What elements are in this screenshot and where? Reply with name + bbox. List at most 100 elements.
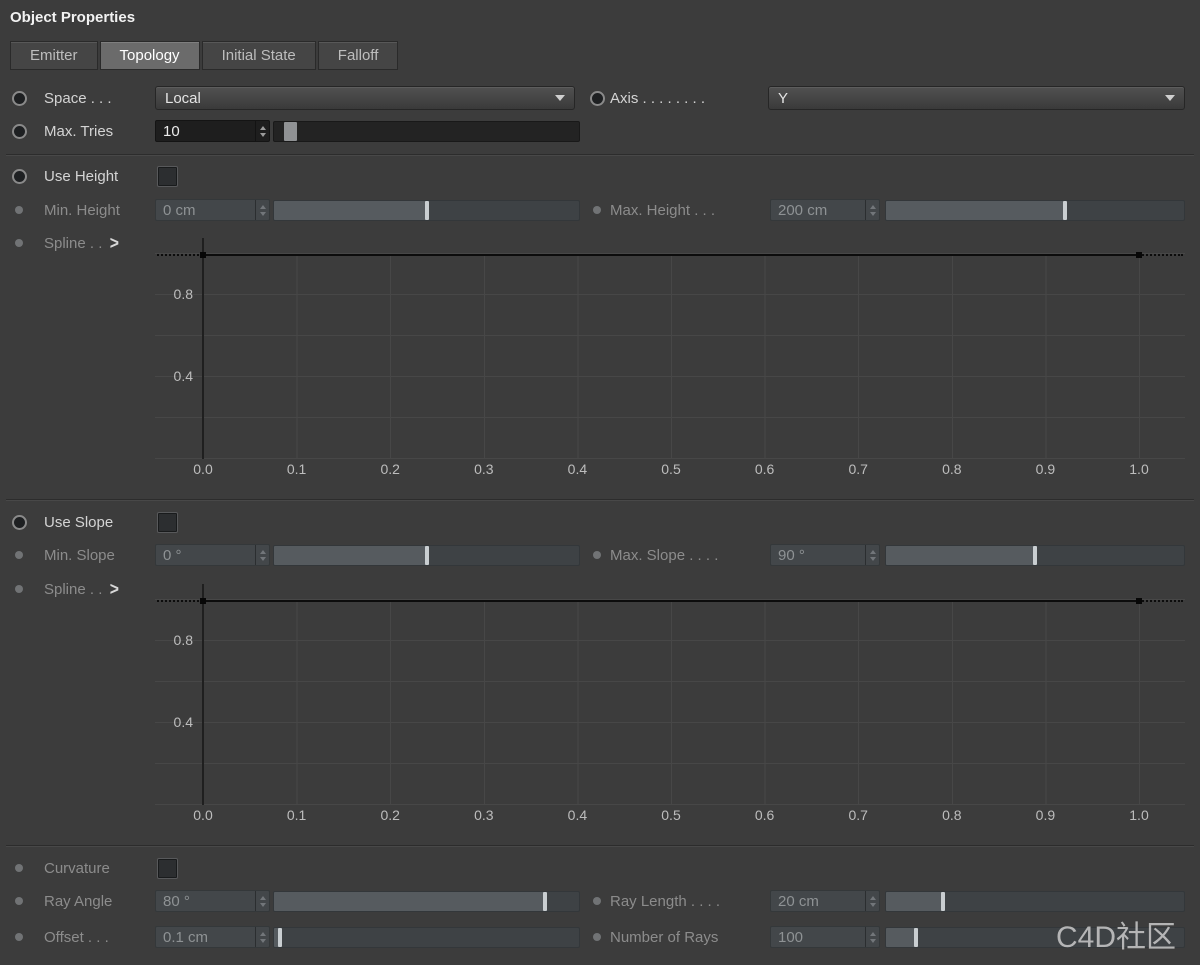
watermark: C4D社区 — [1056, 912, 1176, 956]
slider-knob[interactable] — [425, 201, 429, 220]
max-height-input[interactable]: 200 cm — [770, 199, 880, 221]
ray-length-stepper[interactable] — [865, 891, 879, 911]
slider-knob[interactable] — [278, 928, 282, 947]
tab-initial-state[interactable]: Initial State — [202, 41, 316, 70]
row-max-tries: Max. Tries 10 — [10, 118, 1190, 144]
spline-dotted-left — [157, 254, 203, 256]
number-of-rays-input[interactable]: 100 — [770, 926, 880, 948]
graph-y-axis — [202, 238, 204, 459]
chevron-right-icon[interactable]: > — [110, 578, 119, 599]
slider-fill — [886, 201, 1065, 220]
max-height-anim-dot-icon[interactable] — [588, 206, 610, 214]
graph-x-tick-label: 0.9 — [1036, 461, 1055, 477]
max-slope-slider[interactable] — [885, 545, 1185, 566]
ray-angle-stepper[interactable] — [255, 891, 269, 911]
graph-grid — [155, 599, 1185, 805]
spline-point-end[interactable] — [1136, 598, 1142, 604]
axis-anim-circle-icon[interactable] — [588, 91, 610, 106]
space-dropdown[interactable]: Local — [155, 86, 575, 110]
dot-icon — [15, 933, 23, 941]
dot-icon — [593, 206, 601, 214]
number-of-rays-anim-dot-icon[interactable] — [588, 933, 610, 941]
use-slope-anim-circle-icon[interactable] — [10, 515, 44, 530]
spline-dotted-left — [157, 600, 203, 602]
ray-angle-input[interactable]: 80 ° — [155, 890, 270, 912]
graph-grid — [155, 253, 1185, 459]
height-spline-graph[interactable]: 0.80.4 0.00.10.20.30.40.50.60.70.80.91.0 — [155, 232, 1185, 482]
min-height-slider[interactable] — [273, 200, 580, 221]
min-slope-input[interactable]: 0 ° — [155, 544, 270, 566]
slope-spline-label: Spline . . — [44, 581, 102, 598]
graph-x-tick-label: 0.5 — [661, 807, 680, 823]
ray-length-slider[interactable] — [885, 891, 1185, 912]
stepper-up-icon — [260, 896, 266, 900]
ray-length-input[interactable]: 20 cm — [770, 890, 880, 912]
graph-x-tick-label: 0.6 — [755, 461, 774, 477]
slider-knob[interactable] — [425, 546, 429, 565]
min-slope-anim-dot-icon[interactable] — [10, 551, 44, 559]
max-slope-value: 90 ° — [771, 547, 865, 564]
min-height-stepper[interactable] — [255, 200, 269, 220]
use-height-anim-circle-icon[interactable] — [10, 169, 44, 184]
max-slope-input[interactable]: 90 ° — [770, 544, 880, 566]
min-height-anim-dot-icon[interactable] — [10, 206, 44, 214]
slope-spline-anim-dot-icon[interactable] — [10, 585, 44, 593]
number-of-rays-value: 100 — [771, 929, 865, 946]
spline-curve[interactable] — [203, 254, 1139, 256]
slope-spline-graph[interactable]: 0.80.4 0.00.10.20.30.40.50.60.70.80.91.0 — [155, 578, 1185, 828]
max-slope-stepper[interactable] — [865, 545, 879, 565]
row-offset-rays: Offset . . . 0.1 cm Number of Rays 100 — [10, 924, 1190, 950]
curvature-label: Curvature — [44, 860, 155, 877]
max-tries-input[interactable]: 10 — [155, 120, 270, 142]
min-slope-stepper[interactable] — [255, 545, 269, 565]
slider-knob[interactable] — [543, 892, 547, 911]
spline-dotted-right — [1139, 254, 1183, 256]
slider-knob[interactable] — [1033, 546, 1037, 565]
min-height-input[interactable]: 0 cm — [155, 199, 270, 221]
max-tries-stepper[interactable] — [255, 121, 269, 141]
slider-knob[interactable] — [941, 892, 945, 911]
min-slope-slider[interactable] — [273, 545, 580, 566]
offset-stepper[interactable] — [255, 927, 269, 947]
graph-x-tick-label: 0.6 — [755, 807, 774, 823]
offset-input[interactable]: 0.1 cm — [155, 926, 270, 948]
curvature-checkbox[interactable] — [158, 859, 177, 878]
spline-point-end[interactable] — [1136, 252, 1142, 258]
graph-x-tick-label: 0.7 — [848, 807, 867, 823]
use-height-checkbox[interactable] — [158, 167, 177, 186]
offset-slider[interactable] — [273, 927, 580, 948]
ray-length-anim-dot-icon[interactable] — [588, 897, 610, 905]
max-slope-anim-dot-icon[interactable] — [588, 551, 610, 559]
row-use-slope: Use Slope — [10, 509, 1190, 535]
number-of-rays-stepper[interactable] — [865, 927, 879, 947]
tab-falloff[interactable]: Falloff — [318, 41, 399, 70]
tab-topology[interactable]: Topology — [100, 41, 200, 70]
height-spline-anim-dot-icon[interactable] — [10, 239, 44, 247]
spline-point-start[interactable] — [200, 252, 206, 258]
chevron-right-icon[interactable]: > — [110, 232, 119, 253]
dot-icon — [15, 585, 23, 593]
tab-emitter[interactable]: Emitter — [10, 41, 98, 70]
slider-knob[interactable] — [284, 122, 297, 141]
stepper-up-icon — [260, 126, 266, 130]
max-tries-slider[interactable] — [273, 121, 580, 142]
curvature-anim-dot-icon[interactable] — [10, 864, 44, 872]
space-anim-circle-icon[interactable] — [10, 91, 44, 106]
ray-angle-anim-dot-icon[interactable] — [10, 897, 44, 905]
graph-y-tick-label: 0.4 — [163, 714, 193, 730]
graph-x-tick-label: 0.7 — [848, 461, 867, 477]
chevron-down-icon — [555, 95, 565, 101]
use-slope-checkbox[interactable] — [158, 513, 177, 532]
offset-anim-dot-icon[interactable] — [10, 933, 44, 941]
row-curvature: Curvature — [10, 855, 1190, 881]
spline-curve[interactable] — [203, 600, 1139, 602]
slider-knob[interactable] — [914, 928, 918, 947]
slider-knob[interactable] — [1063, 201, 1067, 220]
ray-angle-slider[interactable] — [273, 891, 580, 912]
max-tries-anim-circle-icon[interactable] — [10, 124, 44, 139]
max-height-stepper[interactable] — [865, 200, 879, 220]
spline-point-start[interactable] — [200, 598, 206, 604]
max-height-slider[interactable] — [885, 200, 1185, 221]
height-spline-label: Spline . . — [44, 235, 102, 252]
axis-dropdown[interactable]: Y — [768, 86, 1185, 110]
